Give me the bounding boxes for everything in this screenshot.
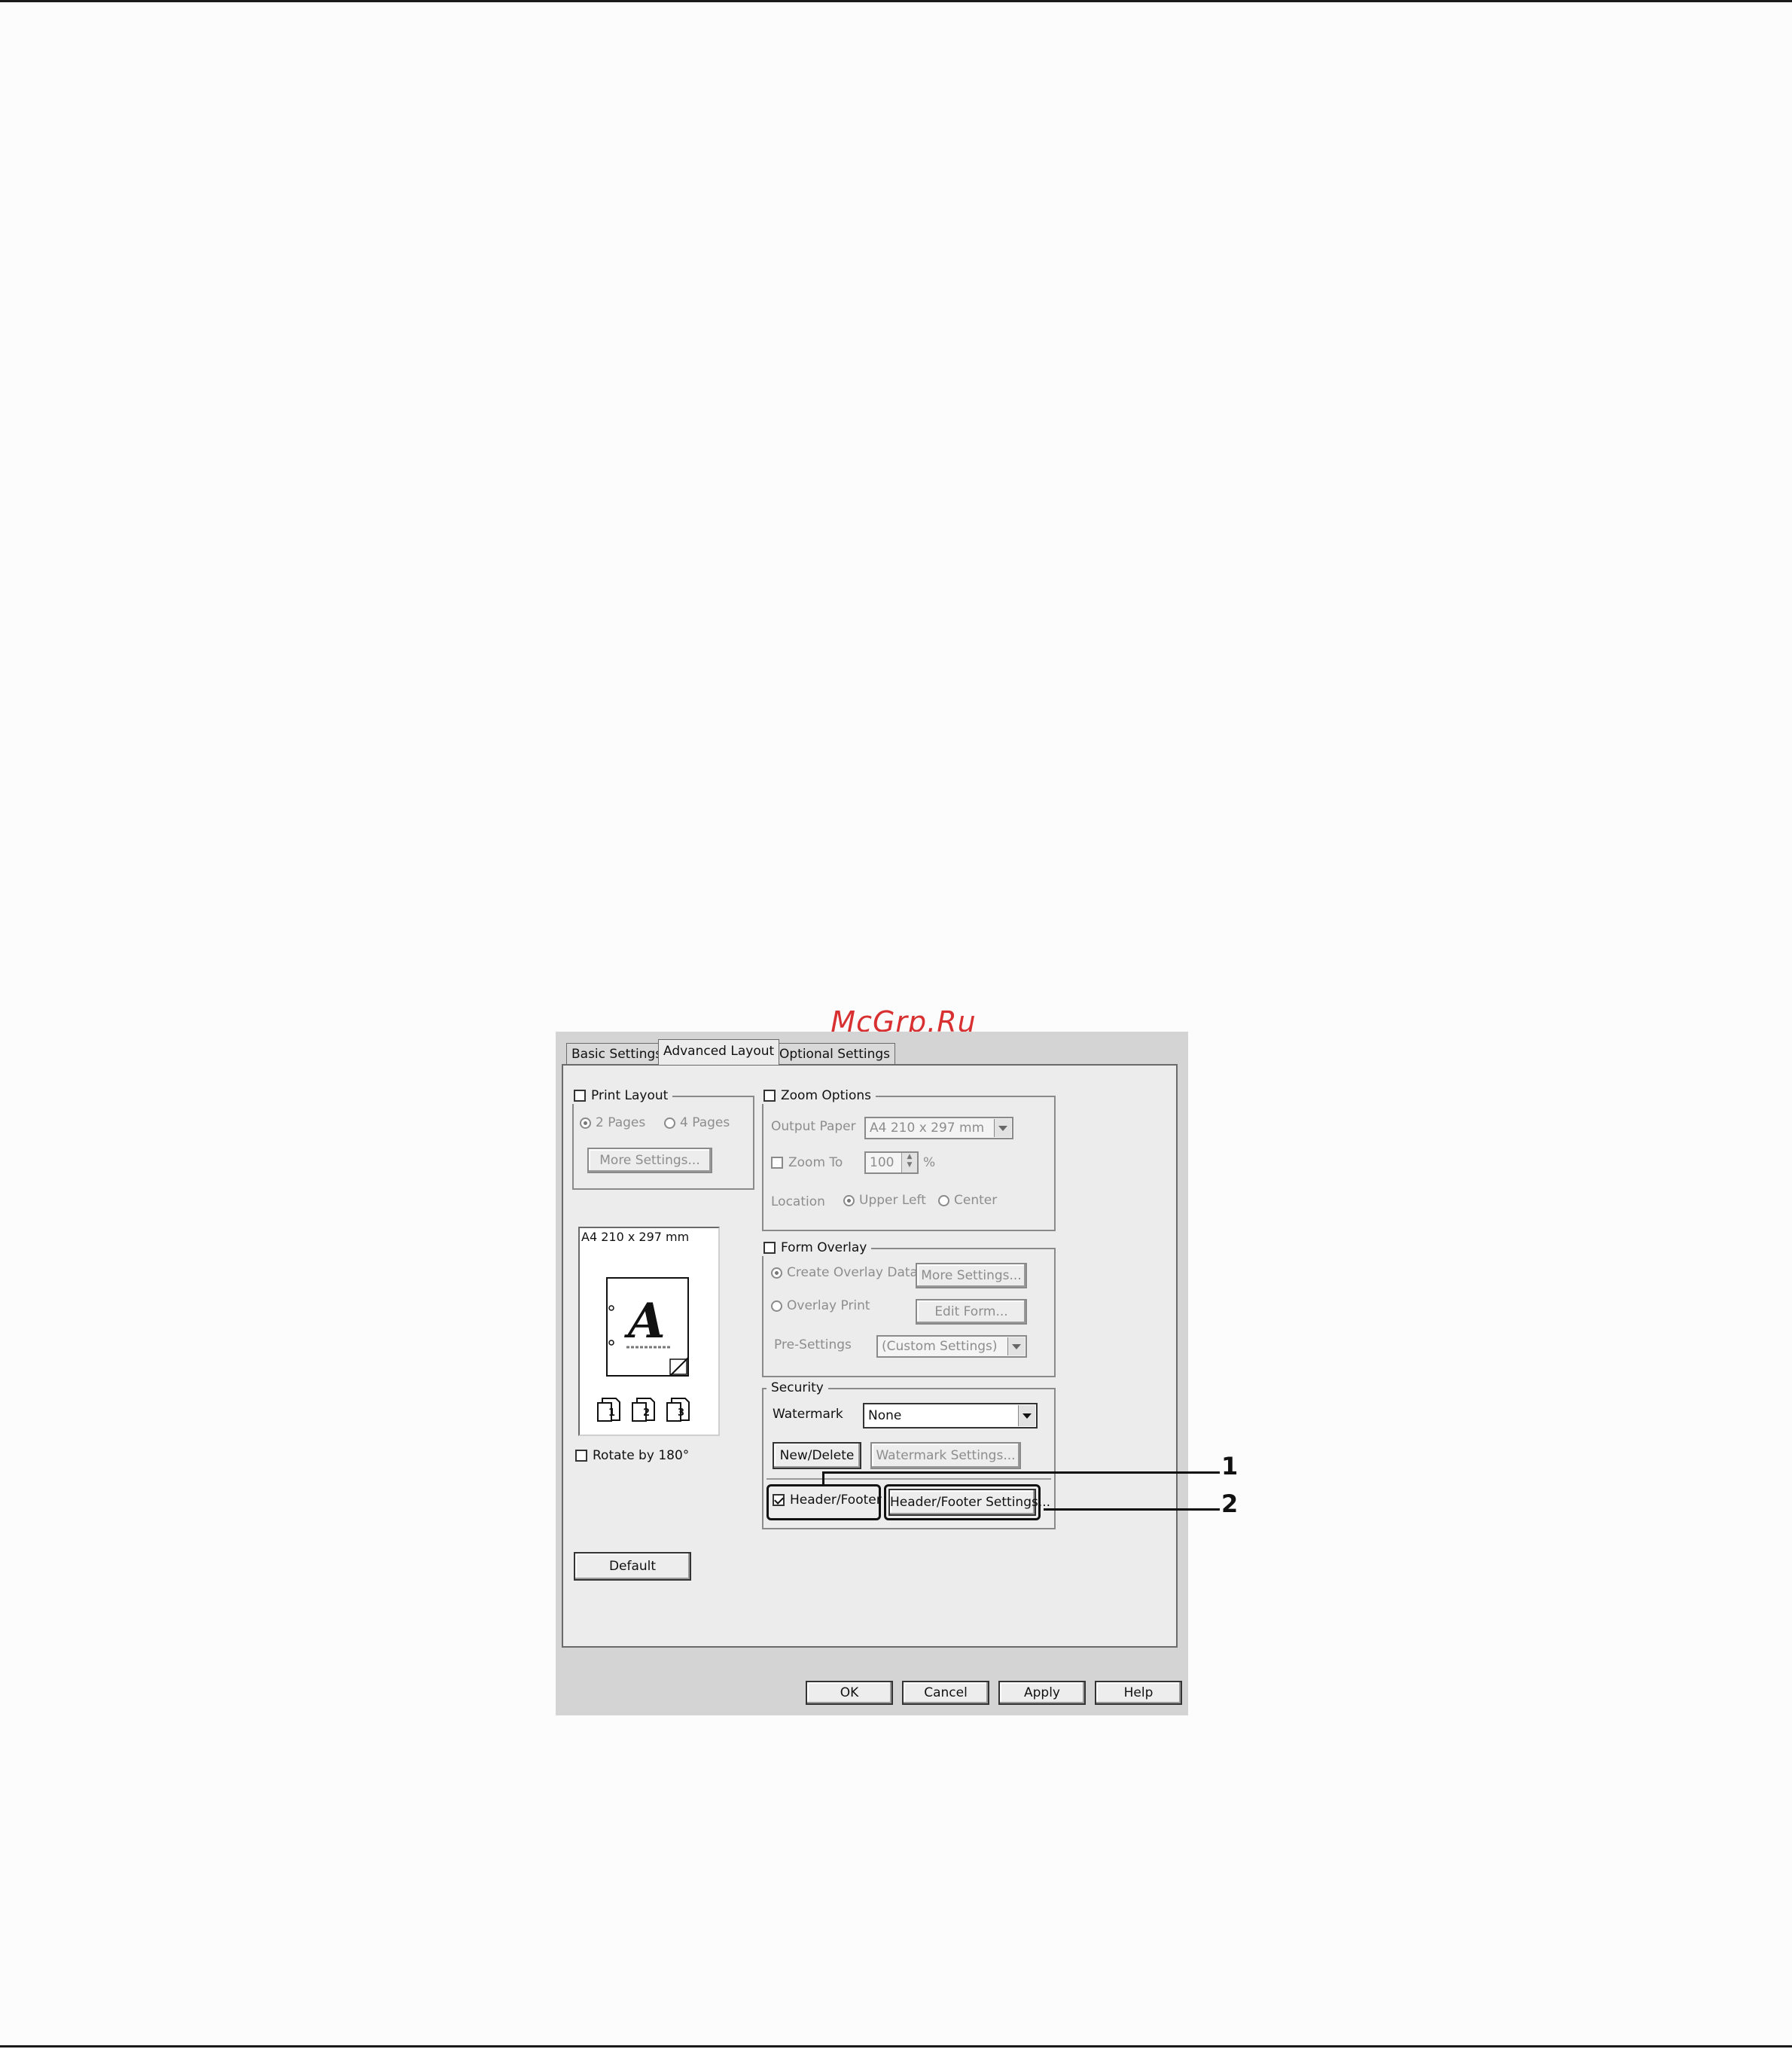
zoom-unit: % — [923, 1155, 936, 1170]
radio-upper-left-icon — [843, 1194, 855, 1206]
output-paper-label: Output Paper — [771, 1119, 856, 1134]
callout-2-number: 2 — [1221, 1489, 1239, 1518]
tab-optional-settings[interactable]: Optional Settings — [774, 1043, 896, 1064]
radio-overlay-print-icon — [771, 1300, 782, 1312]
bottom-rule — [0, 2045, 1792, 2047]
header-footer-highlight — [766, 1484, 881, 1520]
tab-basic-settings[interactable]: Basic Settings — [566, 1043, 668, 1064]
tab-advanced-layout[interactable]: Advanced Layout — [658, 1039, 780, 1065]
form-overlay-checkbox[interactable] — [763, 1242, 776, 1254]
overlay-more-settings-button[interactable]: More Settings... — [916, 1263, 1027, 1288]
radio-4-pages-icon — [664, 1117, 675, 1129]
form-overlay-label: Form Overlay — [781, 1240, 867, 1255]
radio-center-icon — [938, 1194, 949, 1206]
header-footer-settings-highlight — [884, 1484, 1041, 1520]
callout-1-number: 1 — [1221, 1452, 1239, 1480]
pre-settings-label: Pre-Settings — [774, 1337, 852, 1352]
watermark-settings-button[interactable]: Watermark Settings... — [870, 1442, 1021, 1469]
rotate-180-checkbox[interactable] — [575, 1450, 587, 1462]
new-delete-button[interactable]: New/Delete — [773, 1442, 861, 1469]
radio-overlay-print[interactable]: Overlay Print — [771, 1297, 870, 1314]
radio-2-pages-icon — [580, 1117, 591, 1129]
layout-preview: A4 210 x 297 mm A 1 2 3 — [578, 1227, 720, 1436]
stack-number-2: 2 — [643, 1407, 651, 1419]
print-layout-checkbox[interactable] — [574, 1090, 586, 1102]
print-layout-label: Print Layout — [591, 1088, 669, 1103]
zoom-options-checkbox[interactable] — [763, 1090, 776, 1102]
security-divider — [766, 1478, 1051, 1480]
rotate-180-row[interactable]: Rotate by 180° — [575, 1447, 689, 1464]
rotate-180-label: Rotate by 180° — [593, 1448, 690, 1463]
chevron-down-icon — [1018, 1405, 1035, 1426]
zoom-options-group: Zoom Options Output Paper A4 210 x 297 m… — [759, 1087, 1056, 1231]
pre-settings-select[interactable]: (Custom Settings) — [876, 1335, 1027, 1358]
advanced-layout-panel: Print Layout 2 Pages 4 Pages More Settin… — [562, 1064, 1178, 1648]
print-layout-group: Print Layout 2 Pages 4 Pages More Settin… — [569, 1087, 754, 1190]
radio-2-pages[interactable]: 2 Pages — [580, 1114, 645, 1131]
chevron-down-icon — [994, 1119, 1011, 1137]
apply-button[interactable]: Apply — [998, 1681, 1086, 1705]
radio-create-overlay-data[interactable]: Create Overlay Data — [771, 1264, 918, 1281]
zoom-options-checkbox-row[interactable]: Zoom Options — [759, 1087, 876, 1104]
watermark-select[interactable]: None — [863, 1403, 1038, 1429]
radio-upper-left[interactable]: Upper Left — [843, 1192, 926, 1209]
print-layout-more-settings-button[interactable]: More Settings... — [587, 1148, 712, 1173]
cancel-button[interactable]: Cancel — [902, 1681, 989, 1705]
zoom-to-stepper[interactable]: 100 ▲ ▼ — [864, 1151, 919, 1174]
form-overlay-group: Form Overlay Create Overlay Data More Se… — [759, 1239, 1056, 1377]
callout-1-riser — [822, 1473, 824, 1485]
callout-1-line — [822, 1471, 1220, 1474]
top-rule — [0, 0, 1792, 2]
edit-form-button[interactable]: Edit Form... — [916, 1299, 1027, 1325]
radio-center[interactable]: Center — [938, 1192, 997, 1209]
security-label: Security — [766, 1380, 828, 1396]
security-group: Security Watermark None New/Delete Water… — [762, 1380, 1056, 1529]
location-label: Location — [771, 1194, 825, 1209]
zoom-to-checkbox[interactable] — [771, 1157, 783, 1169]
preview-sample-letter: A — [628, 1293, 666, 1349]
callout-2-line — [1044, 1508, 1220, 1511]
stack-number-1: 1 — [608, 1407, 616, 1419]
radio-4-pages[interactable]: 4 Pages — [664, 1114, 730, 1131]
form-overlay-checkbox-row[interactable]: Form Overlay — [759, 1239, 872, 1256]
stepper-arrows-icon: ▲ ▼ — [901, 1153, 917, 1172]
chevron-down-icon — [1007, 1337, 1025, 1355]
help-button[interactable]: Help — [1095, 1681, 1182, 1705]
print-layout-checkbox-row[interactable]: Print Layout — [569, 1087, 673, 1104]
zoom-options-label: Zoom Options — [781, 1088, 872, 1103]
zoom-to-row[interactable]: Zoom To — [771, 1154, 843, 1171]
radio-create-overlay-icon — [771, 1267, 782, 1279]
default-button[interactable]: Default — [574, 1552, 691, 1581]
ok-button[interactable]: OK — [806, 1681, 893, 1705]
printer-properties-dialog: Basic Settings Advanced Layout Optional … — [556, 1032, 1188, 1715]
output-paper-select[interactable]: A4 210 x 297 mm — [864, 1117, 1013, 1139]
stack-number-3: 3 — [678, 1407, 685, 1419]
watermark-label: Watermark — [773, 1407, 843, 1422]
